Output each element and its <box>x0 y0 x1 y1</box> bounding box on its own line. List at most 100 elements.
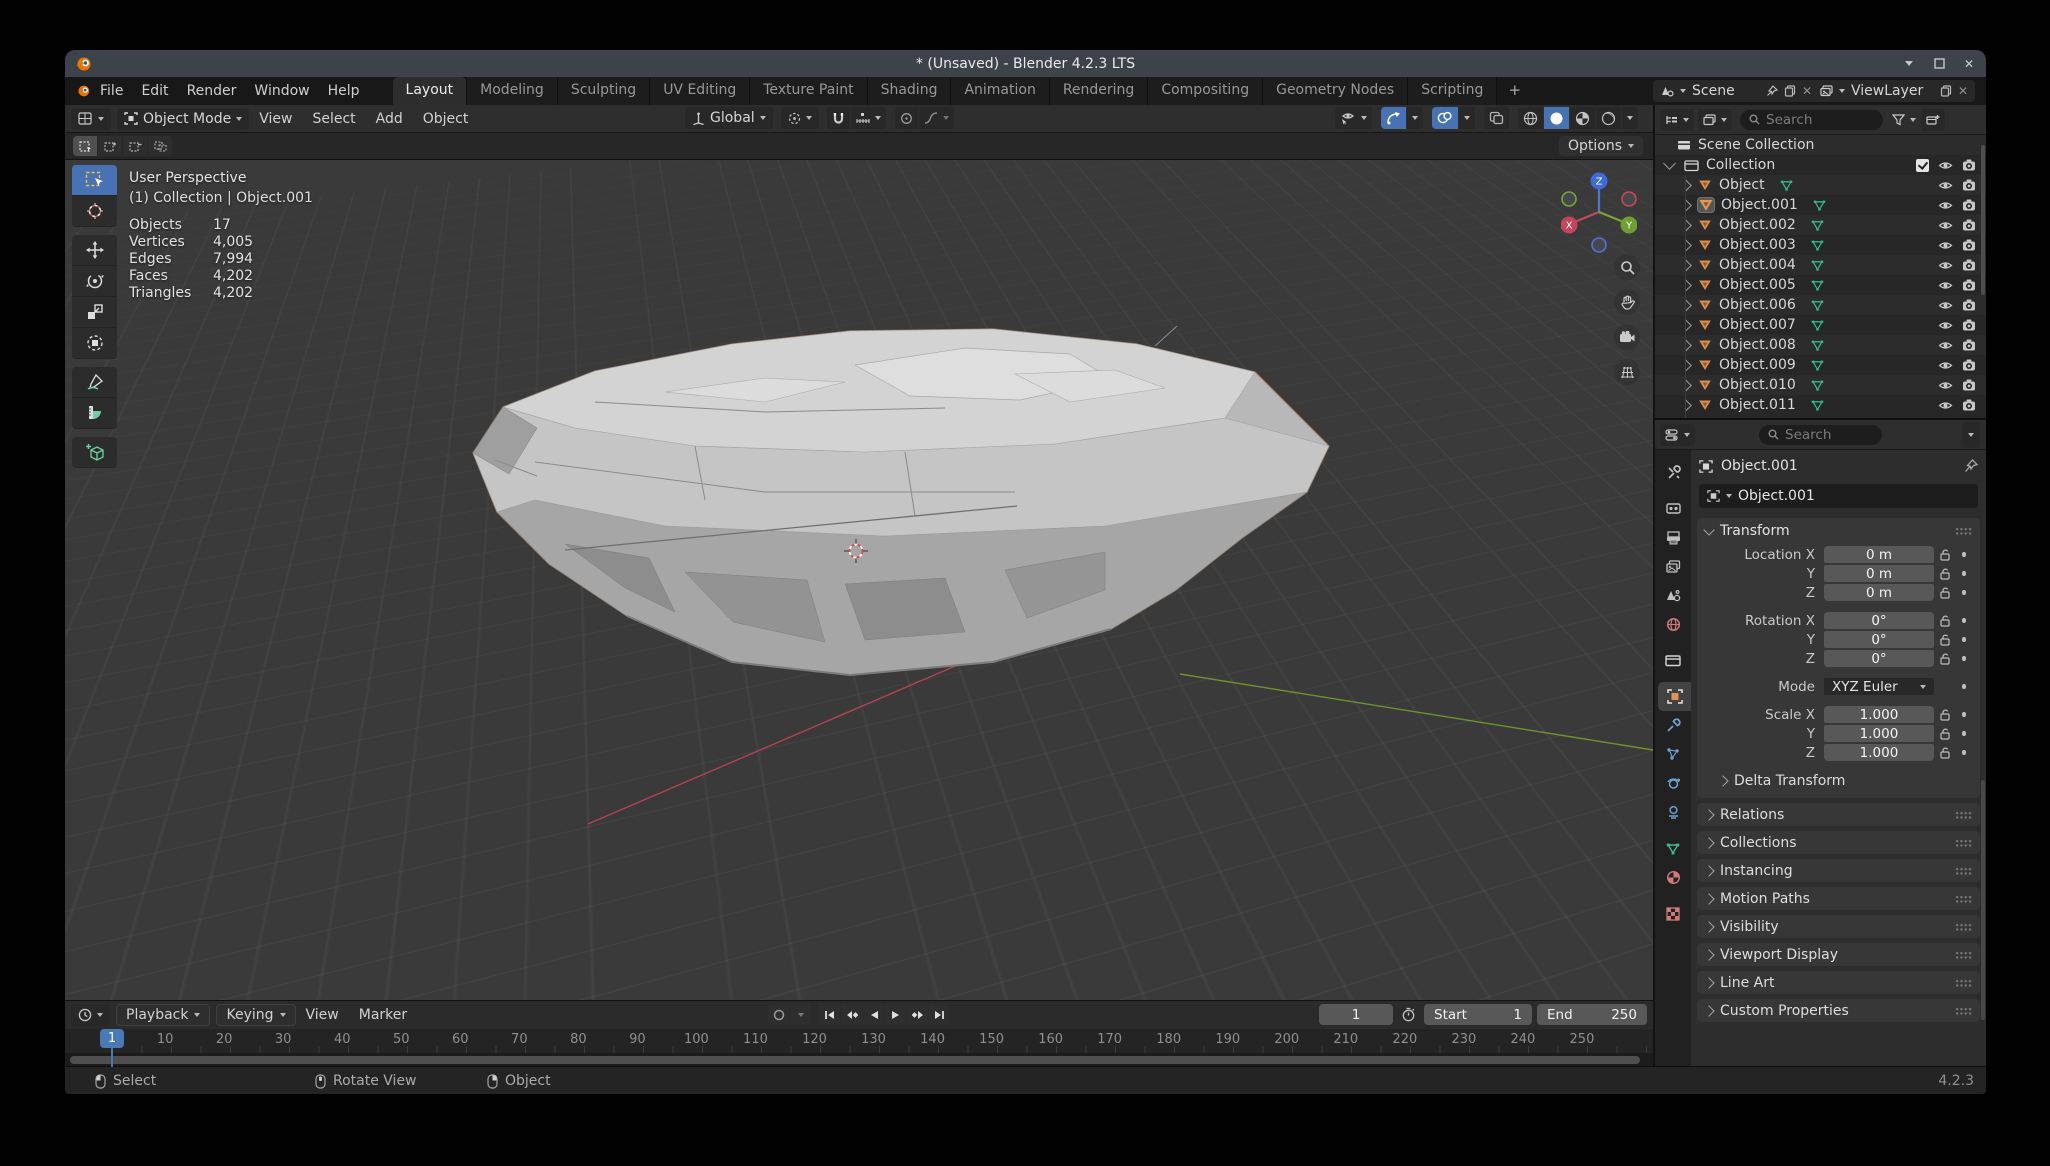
tab-sculpting[interactable]: Sculpting <box>558 77 650 105</box>
hide-eye-toggle[interactable] <box>1938 380 1953 391</box>
tab-modeling[interactable]: Modeling <box>467 77 558 105</box>
outliner-search-input[interactable]: Search <box>1740 110 1883 130</box>
menu-object[interactable]: Object <box>413 111 479 127</box>
pan-hand-icon[interactable] <box>1614 289 1640 315</box>
tab-texture-paint[interactable]: Texture Paint <box>750 77 867 105</box>
viewlayer-selector[interactable]: ViewLayer ✕ <box>1813 80 1975 102</box>
pivot-point-dropdown[interactable] <box>781 107 819 129</box>
tool-select-box[interactable] <box>72 165 117 196</box>
select-mode-set[interactable] <box>73 136 97 156</box>
shading-rendered-button[interactable] <box>1596 107 1621 129</box>
outliner-row-object[interactable]: Object.011 <box>1655 395 1986 415</box>
camera-visibility-toggle[interactable] <box>1962 339 1976 351</box>
gizmo-options-dropdown[interactable] <box>1407 107 1423 129</box>
properties-editor-type-button[interactable] <box>1660 424 1695 446</box>
tab-layout[interactable]: Layout <box>393 77 468 105</box>
instancing-panel-header[interactable]: Instancing <box>1697 859 1980 882</box>
hide-eye-toggle[interactable] <box>1938 240 1953 251</box>
unlink-scene-icon[interactable]: ✕ <box>1802 84 1812 98</box>
tab-geometry-nodes[interactable]: Geometry Nodes <box>1263 77 1408 105</box>
camera-visibility-toggle[interactable] <box>1962 179 1976 191</box>
gizmo-z-neg-axis[interactable] <box>1592 238 1606 252</box>
panel-grip[interactable] <box>1955 923 1972 931</box>
playhead[interactable]: 1 <box>100 1029 124 1048</box>
window-maximize-icon[interactable] <box>1932 57 1946 71</box>
hide-eye-toggle[interactable] <box>1938 340 1953 351</box>
custom-properties-panel-header[interactable]: Custom Properties <box>1697 999 1980 1022</box>
delta-transform-panel-header[interactable]: Delta Transform <box>1697 770 1980 792</box>
titlebar[interactable]: * (Unsaved) - Blender 4.2.3 LTS ✕ <box>65 50 1986 77</box>
rotation-mode-dropdown[interactable]: XYZ Euler <box>1824 678 1934 695</box>
auto-keying-toggle[interactable] <box>768 1004 789 1025</box>
tab-rendering[interactable]: Rendering <box>1050 77 1149 105</box>
lock-icon[interactable] <box>1934 653 1956 665</box>
shading-solid-button[interactable] <box>1544 107 1569 129</box>
tool-annotate[interactable] <box>72 367 117 398</box>
snap-target-dropdown[interactable] <box>851 107 886 129</box>
xray-toggle[interactable] <box>1484 107 1509 129</box>
gizmo-y-neg-axis[interactable] <box>1562 192 1576 206</box>
remove-viewlayer-icon[interactable]: ✕ <box>1958 84 1968 98</box>
blender-menu-icon[interactable] <box>75 83 91 99</box>
object-name-field[interactable]: Object.001 <box>1699 484 1978 508</box>
previous-keyframe-button[interactable] <box>841 1004 862 1025</box>
shading-options-dropdown[interactable] <box>1622 107 1638 129</box>
select-mode-intersect[interactable] <box>148 136 172 156</box>
lock-icon[interactable] <box>1934 549 1956 561</box>
pin-icon[interactable] <box>1766 85 1778 97</box>
tab-shading[interactable]: Shading <box>868 77 952 105</box>
menu-window[interactable]: Window <box>245 77 318 105</box>
panel-grip[interactable] <box>1955 839 1972 847</box>
timeline-scrollbar[interactable] <box>65 1053 1653 1067</box>
camera-visibility-toggle[interactable] <box>1962 159 1976 171</box>
outliner-row-object[interactable]: Object.004 <box>1655 255 1986 275</box>
use-preview-range-icon[interactable] <box>1401 1007 1416 1022</box>
collection-checkbox[interactable] <box>1916 159 1929 172</box>
panel-grip[interactable] <box>1955 895 1972 903</box>
object-type-visibility-dropdown[interactable] <box>1335 107 1372 129</box>
animate-dot[interactable] <box>1956 731 1972 736</box>
select-mode-extend[interactable] <box>98 136 122 156</box>
visibility-panel-header[interactable]: Visibility <box>1697 915 1980 938</box>
panel-grip[interactable] <box>1955 811 1972 819</box>
mode-dropdown[interactable]: Object Mode <box>117 108 249 130</box>
outliner-scrollbar[interactable] <box>1981 145 1985 295</box>
panel-grip[interactable] <box>1955 867 1972 875</box>
viewport-display-panel-header[interactable]: Viewport Display <box>1697 943 1980 966</box>
outliner-row-object[interactable]: Object.006 <box>1655 295 1986 315</box>
line-art-panel-header[interactable]: Line Art <box>1697 971 1980 994</box>
outliner-row-object[interactable]: Object.003 <box>1655 235 1986 255</box>
properties-scrollbar[interactable] <box>1981 780 1985 1020</box>
timeline-editor-type-button[interactable] <box>71 1004 110 1026</box>
tool-rotate[interactable] <box>72 266 117 297</box>
animate-dot[interactable] <box>1956 750 1972 755</box>
timeline-scrollbar-thumb[interactable] <box>70 1056 1640 1064</box>
outliner-row-object-active[interactable]: Object.001 <box>1655 195 1986 215</box>
hide-eye-toggle[interactable] <box>1938 200 1953 211</box>
outliner-filter-view-dropdown[interactable] <box>1698 109 1732 131</box>
pin-id-icon[interactable] <box>1964 459 1978 473</box>
animate-dot[interactable] <box>1956 637 1972 642</box>
camera-visibility-toggle[interactable] <box>1962 219 1976 231</box>
jump-to-end-button[interactable] <box>929 1004 950 1025</box>
tab-modifiers[interactable] <box>1655 711 1691 740</box>
window-restore-icon[interactable] <box>1902 57 1916 71</box>
outliner-row-object[interactable]: Object.005 <box>1655 275 1986 295</box>
tab-animation[interactable]: Animation <box>951 77 1049 105</box>
hide-eye-toggle[interactable] <box>1938 360 1953 371</box>
hide-eye-toggle[interactable] <box>1938 220 1953 231</box>
outliner-row-scene-collection[interactable]: Scene Collection <box>1655 135 1986 155</box>
tab-scene[interactable] <box>1655 581 1691 610</box>
scene-selector[interactable]: Scene ✕ <box>1653 80 1819 102</box>
duplicate-icon[interactable] <box>1784 85 1796 97</box>
lock-icon[interactable] <box>1934 587 1956 599</box>
animate-dot[interactable] <box>1956 712 1972 717</box>
rotation-z-field[interactable]: 0° <box>1824 650 1934 667</box>
tab-material[interactable] <box>1655 863 1691 892</box>
camera-visibility-toggle[interactable] <box>1962 199 1976 211</box>
camera-visibility-toggle[interactable] <box>1962 319 1976 331</box>
hide-eye-toggle[interactable] <box>1938 300 1953 311</box>
scale-z-field[interactable]: 1.000 <box>1824 744 1934 761</box>
rotation-x-field[interactable]: 0° <box>1824 612 1934 629</box>
hide-eye-toggle[interactable] <box>1938 160 1953 171</box>
